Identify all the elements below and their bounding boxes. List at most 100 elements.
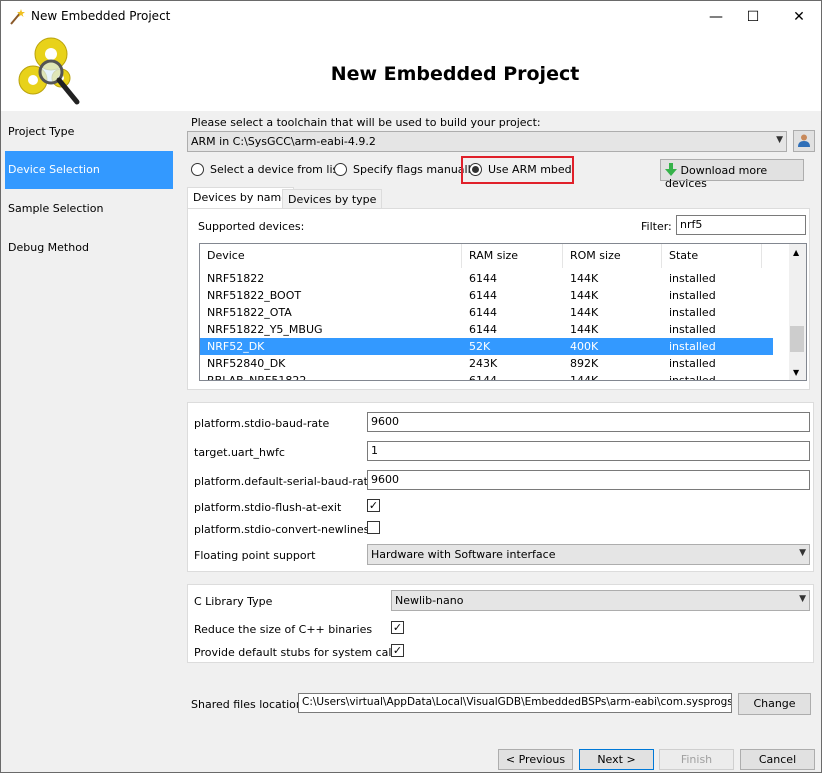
filter-label: Filter: [641, 220, 672, 233]
sidebar-item-device-selection[interactable]: Device Selection [5, 151, 173, 189]
floating-point-select[interactable]: Hardware with Software interface ▼ [367, 544, 810, 565]
convert-newlines-checkbox[interactable] [367, 521, 380, 534]
column-header-rom[interactable]: ROM size [563, 244, 662, 268]
reduce-cpp-checkbox[interactable]: ✓ [391, 621, 404, 634]
finish-label: Finish [680, 753, 713, 766]
table-row[interactable]: NRF52840_DK 243K 892K installed [200, 355, 773, 372]
supported-devices-label: Supported devices: [198, 220, 305, 233]
toolchain-select[interactable]: ARM in C:\SysGCC\arm-eabi-4.9.2 ▼ [187, 131, 787, 152]
cell-rom: 144K [570, 306, 599, 319]
wizard-wand-icon [10, 9, 25, 25]
table-row-selected[interactable]: NRF52_DK 52K 400K installed [200, 338, 773, 355]
cell-rom: 144K [570, 289, 599, 302]
flush-at-exit-checkbox[interactable]: ✓ [367, 499, 380, 512]
radio-specify-flags[interactable]: Specify flags manually [334, 163, 477, 176]
cell-state: installed [669, 272, 716, 285]
default-stubs-label: Provide default stubs for system calls [194, 646, 401, 659]
cell-rom: 144K [570, 272, 599, 285]
default-stubs-checkbox[interactable]: ✓ [391, 644, 404, 657]
radio-circle [191, 163, 204, 176]
uart-hwfc-input[interactable]: 1 [367, 441, 810, 461]
download-more-devices-button[interactable]: Download more devices [660, 159, 804, 190]
close-button[interactable]: ✕ [780, 1, 818, 32]
wizard-sidebar: Project Type Device Selection Sample Sel… [1, 111, 181, 772]
radio-select-from-list[interactable]: Select a device from list [191, 163, 343, 176]
main-panel: Please select a toolchain that will be u… [181, 111, 821, 772]
cell-ram: 6144 [469, 272, 497, 285]
user-settings-icon [798, 134, 810, 147]
scroll-up-icon[interactable]: ▲ [793, 248, 799, 257]
cell-ram: 6144 [469, 289, 497, 302]
devices-panel: Supported devices: Filter: nrf5 Device R… [187, 208, 810, 390]
shared-files-path: C:\Users\virtual\AppData\Local\VisualGDB… [302, 696, 732, 708]
table-row[interactable]: NRF51822 6144 144K installed [200, 270, 773, 287]
cell-device: NRF51822_BOOT [207, 289, 302, 302]
mbed-settings-group: platform.stdio-baud-rate 9600 target.uar… [187, 402, 814, 572]
title-bar: New Embedded Project — ☐ ✕ [1, 1, 821, 32]
wizard-footer: < Previous Next > Finish Cancel [181, 727, 821, 772]
next-button[interactable]: Next > [579, 749, 654, 770]
table-row[interactable]: RBLAB_NRF51822 6144 144K installed [200, 372, 773, 381]
cell-device: NRF51822_Y5_MBUG [207, 323, 323, 336]
tab-devices-by-type[interactable]: Devices by type [282, 189, 383, 209]
chevron-down-icon: ▼ [799, 548, 806, 558]
minimize-button[interactable]: — [697, 1, 735, 32]
baud-rate-value: 9600 [371, 415, 399, 428]
column-header-ram[interactable]: RAM size [462, 244, 563, 268]
cell-state: installed [669, 289, 716, 302]
library-settings-group: C Library Type Newlib-nano ▼ Reduce the … [187, 584, 814, 663]
cell-state: installed [669, 374, 716, 381]
cell-rom: 144K [570, 374, 599, 381]
previous-label: < Previous [505, 753, 566, 766]
shared-files-label: Shared files location: [191, 698, 307, 711]
cell-device: NRF52840_DK [207, 357, 286, 370]
reduce-cpp-label: Reduce the size of C++ binaries [194, 623, 373, 636]
sidebar-item-project-type[interactable]: Project Type [5, 113, 173, 151]
maximize-button[interactable]: ☐ [734, 1, 772, 32]
radio-mbed-label: Use ARM mbed [488, 163, 572, 176]
table-row[interactable]: NRF51822_OTA 6144 144K installed [200, 304, 773, 321]
shared-files-path-input[interactable]: C:\Users\virtual\AppData\Local\VisualGDB… [298, 693, 732, 713]
toolchain-prompt: Please select a toolchain that will be u… [191, 116, 541, 129]
cell-ram: 52K [469, 340, 491, 353]
filter-value: nrf5 [680, 218, 703, 231]
cell-device: RBLAB_NRF51822 [207, 374, 307, 381]
serial-baud-input[interactable]: 9600 [367, 470, 810, 490]
table-row[interactable]: NRF51822_BOOT 6144 144K installed [200, 287, 773, 304]
cell-ram: 6144 [469, 306, 497, 319]
minimize-icon: — [709, 8, 723, 25]
wizard-header: New Embedded Project [1, 32, 821, 110]
table-scrollbar[interactable]: ▲ ▼ [789, 244, 806, 380]
sidebar-item-sample-selection[interactable]: Sample Selection [5, 190, 173, 228]
radio-circle-selected [469, 163, 482, 176]
tab-devices-by-name[interactable]: Devices by name [187, 187, 295, 209]
check-icon: ✓ [392, 621, 403, 634]
close-icon: ✕ [793, 8, 805, 25]
devices-table: Device RAM size ROM size State NRF51822 6… [199, 243, 807, 381]
baud-rate-input[interactable]: 9600 [367, 412, 810, 432]
previous-button[interactable]: < Previous [498, 749, 573, 770]
scroll-down-icon[interactable]: ▼ [793, 368, 799, 377]
sidebar-item-debug-method[interactable]: Debug Method [5, 229, 173, 267]
toolchain-manager-button[interactable] [793, 130, 815, 152]
change-button[interactable]: Change [738, 693, 811, 715]
finish-button[interactable]: Finish [659, 749, 734, 770]
column-header-device[interactable]: Device [200, 244, 462, 268]
table-row[interactable]: NRF51822_Y5_MBUG 6144 144K installed [200, 321, 773, 338]
c-library-type-select[interactable]: Newlib-nano ▼ [391, 590, 810, 611]
table-header: Device RAM size ROM size State [200, 244, 790, 268]
check-icon: ✓ [368, 499, 379, 512]
green-down-arrow-icon [665, 163, 677, 176]
cell-rom: 892K [570, 357, 599, 370]
cancel-button[interactable]: Cancel [740, 749, 815, 770]
scroll-thumb[interactable] [790, 326, 804, 352]
window-title: New Embedded Project [31, 9, 171, 23]
filter-input[interactable]: nrf5 [676, 215, 806, 235]
floating-point-label: Floating point support [194, 549, 316, 562]
radio-circle [334, 163, 347, 176]
cell-rom: 400K [570, 340, 599, 353]
radio-dot [472, 166, 479, 173]
radio-use-arm-mbed[interactable]: Use ARM mbed [469, 163, 572, 176]
column-header-state[interactable]: State [662, 244, 762, 268]
uart-hwfc-label: target.uart_hwfc [194, 446, 285, 459]
